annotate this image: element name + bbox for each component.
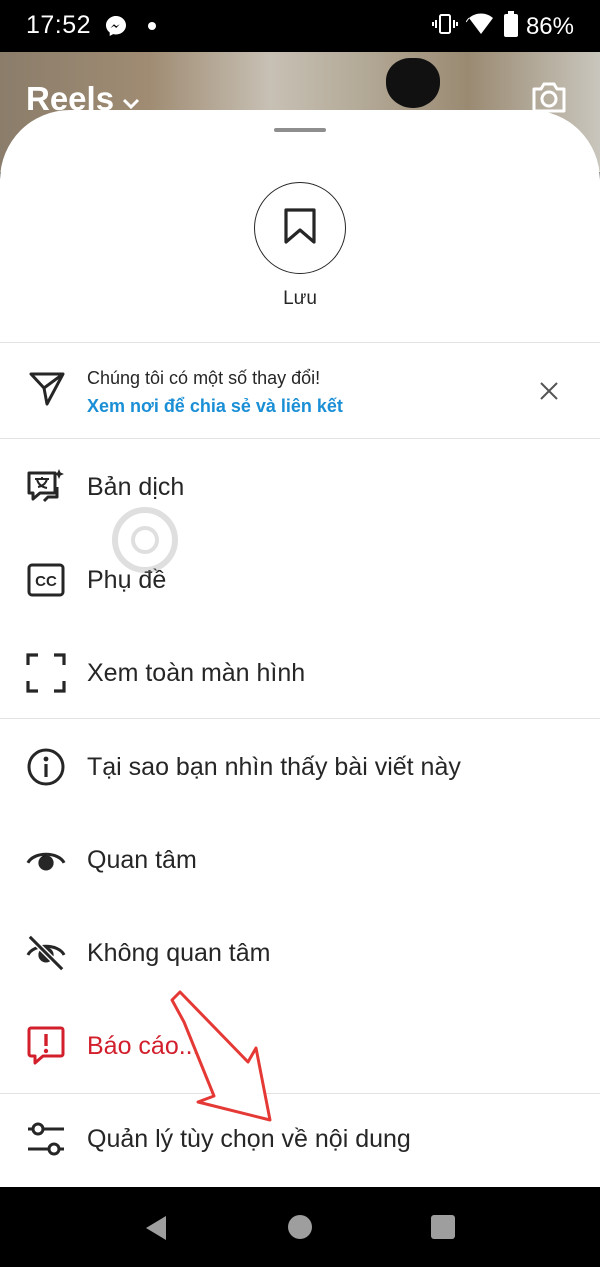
menu-label: Không quan tâm (87, 939, 271, 967)
menu-label: Quản lý tùy chọn về nội dung (87, 1125, 411, 1153)
menu-item-captions[interactable]: CC Phụ đề (0, 537, 600, 627)
close-icon[interactable] (538, 380, 560, 407)
menu-item-fullscreen[interactable]: Xem toàn màn hình (0, 630, 600, 720)
fullscreen-icon (26, 653, 66, 693)
background-image-detail (386, 58, 440, 108)
eye-icon (26, 840, 66, 880)
menu-item-report[interactable]: Báo cáo... (0, 1003, 600, 1093)
vibrate-icon (431, 12, 458, 41)
info-icon (26, 747, 66, 787)
menu-item-why-seeing[interactable]: Tại sao bạn nhìn thấy bài viết này (0, 724, 600, 814)
battery-percent: 86% (525, 12, 574, 40)
menu-label: Bản dịch (87, 473, 185, 501)
home-icon[interactable] (288, 1215, 312, 1239)
notice-link[interactable]: Xem nơi để chia sẻ và liên kết (87, 396, 343, 417)
battery-icon (503, 11, 518, 42)
status-time: 17:52 (26, 11, 92, 39)
menu-item-interested[interactable]: Quan tâm (0, 817, 600, 907)
recents-icon[interactable] (431, 1215, 455, 1239)
divider (0, 342, 600, 343)
sliders-icon (26, 1119, 66, 1159)
wifi-icon (465, 12, 496, 41)
options-sheet: Lưu Chúng tôi có một số thay đổi! Xem nơ… (0, 110, 600, 1187)
sheet-drag-handle[interactable] (274, 128, 326, 132)
divider (0, 1093, 600, 1094)
menu-item-manage-content[interactable]: Quản lý tùy chọn về nội dung (0, 1096, 600, 1186)
menu-label: Quan tâm (87, 846, 197, 874)
save-label: Lưu (283, 288, 317, 309)
navigation-bar (0, 1187, 600, 1267)
svg-text:CC: CC (35, 573, 57, 590)
messenger-icon (104, 14, 128, 43)
eye-off-icon (26, 933, 66, 973)
back-icon[interactable] (144, 1215, 168, 1246)
menu-label: Phụ đề (87, 566, 167, 594)
send-icon (28, 370, 66, 411)
save-button[interactable] (254, 182, 346, 274)
menu-label: Tại sao bạn nhìn thấy bài viết này (87, 753, 461, 781)
translate-icon (26, 467, 66, 507)
report-icon (26, 1026, 66, 1066)
menu-label: Báo cáo... (87, 1032, 200, 1060)
status-indicators: 86% (431, 11, 574, 42)
divider (0, 438, 600, 439)
menu-label: Xem toàn màn hình (87, 659, 306, 687)
bookmark-icon (283, 207, 317, 250)
dot-icon (148, 22, 156, 30)
status-bar: 17:52 86% (0, 0, 600, 52)
divider (0, 718, 600, 719)
menu-item-translation[interactable]: Bản dịch (0, 444, 600, 534)
menu-item-not-interested[interactable]: Không quan tâm (0, 910, 600, 1000)
notice-text: Chúng tôi có một số thay đổi! (87, 368, 321, 388)
captions-icon: CC (26, 560, 66, 600)
